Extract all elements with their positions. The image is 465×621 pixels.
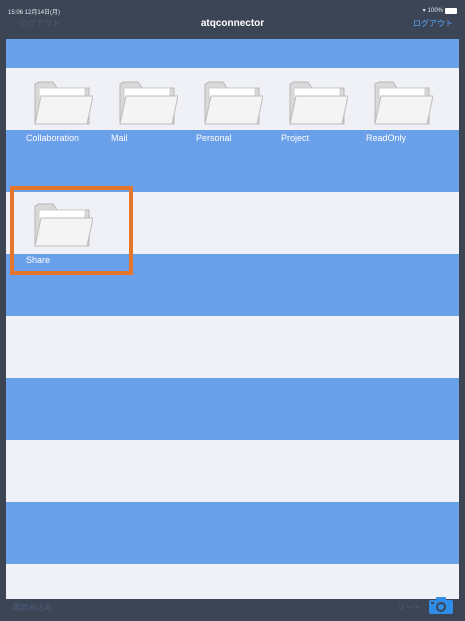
folder-item-collaboration[interactable]: Collaboration (16, 70, 93, 154)
folder-label: ReadOnly (366, 133, 407, 143)
list-row (6, 564, 459, 599)
folder-label: Mail (111, 133, 128, 143)
battery-percent: 100% (427, 7, 443, 14)
page-title: atqconnector (200, 18, 265, 29)
bottom-toolbar: 再読み込み ソート (6, 597, 459, 615)
folder-icon (119, 81, 178, 125)
folder-label: Collaboration (26, 133, 80, 143)
folder-icon (34, 81, 93, 125)
folder-label: Project (281, 133, 310, 143)
app-screen: 15:06 12月14日(月) ▾ 100% ログアウト atqconnecto… (6, 6, 459, 615)
folder-item-mail[interactable]: Mail (101, 70, 178, 154)
folder-label: Personal (196, 133, 232, 143)
list-row (6, 502, 459, 564)
camera-icon[interactable] (428, 595, 454, 615)
sort-button[interactable]: ソート (397, 602, 421, 613)
list-row (6, 440, 459, 502)
status-indicators: ▾ 100% (423, 7, 457, 14)
reload-button[interactable]: 再読み込み (12, 602, 52, 613)
status-time: 15:06 12月14日(月) (8, 10, 61, 16)
folder-icon (374, 81, 433, 125)
selection-highlight (10, 186, 133, 275)
folder-icon (204, 81, 263, 125)
list-row (6, 378, 459, 440)
folder-icon (289, 81, 348, 125)
list-row (6, 316, 459, 378)
navigation-bar: 15:06 12月14日(月) ▾ 100% ログアウト atqconnecto… (6, 6, 459, 39)
logout-button[interactable]: ログアウト (413, 18, 453, 29)
folder-item-personal[interactable]: Personal (186, 70, 263, 154)
folder-item-readonly[interactable]: ReadOnly (356, 70, 433, 154)
battery-icon (445, 7, 457, 14)
folder-item-project[interactable]: Project (271, 70, 348, 154)
list-row (6, 39, 459, 68)
wifi-icon: ▾ (422, 8, 426, 14)
